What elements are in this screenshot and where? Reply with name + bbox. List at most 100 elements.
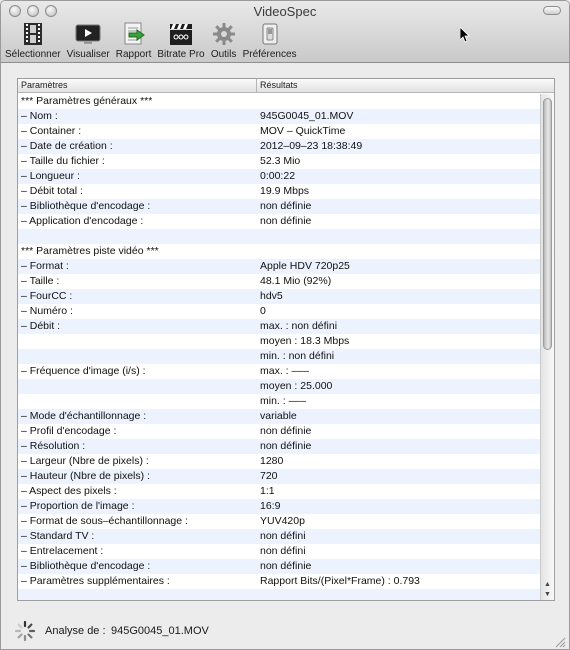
result-cell: moyen : 18.3 Mbps [260,335,350,347]
result-cell: non défini [260,530,306,542]
result-cell: 16:9 [260,500,281,512]
table-row[interactable]: moyen : 25.000 [18,379,542,394]
param-cell: – Aspect des pixels : [21,485,117,497]
param-cell: – Entrelacement : [21,545,104,557]
result-cell: non définie [260,425,312,437]
header-params[interactable]: Paramètres [21,80,68,90]
param-cell: – Mode d'échantillonnage : [21,410,147,422]
table-row[interactable]: – Bibliothèque d'encodage : non définie [18,559,542,574]
toolbar: Sélectionner Visualiser Rapport Bitrate … [5,21,303,60]
result-cell: 19.9 Mbps [260,185,310,197]
scroll-down-arrow-icon[interactable]: ▼ [544,591,551,598]
result-cell: non définie [260,440,312,452]
table-row[interactable]: min. : non défini [18,349,542,364]
result-cell: non définie [260,215,312,227]
table-row[interactable]: – Longueur : 0:00:22 [18,169,542,184]
bitrate-pro-button[interactable]: Bitrate Pro [157,21,205,60]
table-row[interactable]: – Proportion de l'image : 16:9 [18,499,542,514]
result-cell: 52.3 Mio [260,155,301,167]
param-cell: *** Paramètres généraux *** [21,95,153,107]
result-cell: 2012–09–23 18:38:49 [260,140,363,152]
table-row[interactable]: – Container : MOV – QuickTime [18,124,542,139]
result-cell: non définie [260,560,312,572]
table-row[interactable]: – Hauteur (Nbre de pixels) : 720 [18,469,542,484]
report-label: Rapport [115,49,152,60]
table-row[interactable]: – FourCC : hdv5 [18,289,542,304]
param-cell: – Format de sous–échantillonnage : [21,515,188,527]
gear-icon [211,21,237,47]
preferences-label: Préférences [242,49,297,60]
table-row[interactable]: – Taille du fichier : 52.3 Mio [18,154,542,169]
spinner-icon [14,620,36,642]
table-row[interactable]: – Bibliothèque d'encodage : non définie [18,199,542,214]
table-row[interactable]: moyen : 18.3 Mbps [18,334,542,349]
clapperboard-icon [168,21,194,47]
table-row[interactable]: – Résolution : non définie [18,439,542,454]
param-cell: – Format : [21,260,69,272]
result-cell: 945G0045_01.MOV [260,110,354,122]
bitrate-pro-label: Bitrate Pro [157,49,205,60]
result-cell: max. : non défini [260,320,338,332]
result-cell: variable [260,410,297,422]
table-row[interactable]: – Standard TV : non défini [18,529,542,544]
table-row[interactable]: – Date de création : 2012–09–23 18:38:49 [18,139,542,154]
table-row[interactable]: – Format de sous–échantillonnage : YUV420… [18,514,542,529]
table-row[interactable]: – Mode d'échantillonnage : variable [18,409,542,424]
table-row[interactable]: – Débit total : 19.9 Mbps [18,184,542,199]
table-row[interactable]: – Application d'encodage : non définie [18,214,542,229]
param-cell: – Résolution : [21,440,86,452]
preview-button[interactable]: Visualiser [67,21,110,60]
titlebar: VideoSpec Sélectionner Visualiser Rappor… [1,1,569,63]
table-row[interactable]: – Entrelacement : non défini [18,544,542,559]
result-cell: min. : non défini [260,350,335,362]
param-cell: – Longueur : [21,170,80,182]
scroll-up-arrow-icon[interactable]: ▲ [544,581,551,588]
table-row[interactable]: – Nom : 945G0045_01.MOV [18,109,542,124]
scrollbar-thumb[interactable] [543,98,552,350]
param-cell: – Largeur (Nbre de pixels) : [21,455,149,467]
result-cell: 1:1 [260,485,275,497]
report-export-icon [121,21,147,47]
param-cell: – Débit : [21,320,61,332]
table-row[interactable]: – Profil d'encodage : non définie [18,424,542,439]
table-row[interactable] [18,229,542,244]
table-row[interactable]: min. : ––– [18,394,542,409]
table-row[interactable]: – Débit : max. : non défini [18,319,542,334]
select-button[interactable]: Sélectionner [5,21,61,60]
result-cell: min. : ––– [260,395,307,407]
select-label: Sélectionner [5,49,61,60]
param-cell: – Débit total : [21,185,83,197]
table-row[interactable]: – Fréquence d'image (i/s) : max. : ––– [18,364,542,379]
result-cell: non défini [260,545,306,557]
table-row[interactable]: – Numéro : 0 [18,304,542,319]
play-monitor-icon [75,21,101,47]
vertical-scrollbar[interactable]: ▲ ▼ [540,94,554,600]
status-bar: Analyse de : 945G0045_01.MOV [1,609,569,649]
table-row[interactable]: *** Paramètres généraux *** [18,94,542,109]
table-row[interactable]: – Largeur (Nbre de pixels) : 1280 [18,454,542,469]
result-cell: 0 [260,305,266,317]
results-table[interactable]: Paramètres Résultats *** Paramètres géné… [17,78,555,601]
result-cell: MOV – QuickTime [260,125,346,137]
header-results[interactable]: Résultats [260,80,298,90]
preferences-button[interactable]: Préférences [243,21,297,60]
switch-icon [257,21,283,47]
table-row[interactable]: – Taille : 48.1 Mio (92%) [18,274,542,289]
tools-button[interactable]: Outils [211,21,237,60]
result-cell: 720 [260,470,278,482]
table-row[interactable]: – Aspect des pixels : 1:1 [18,484,542,499]
table-row[interactable]: *** Paramètres piste vidéo *** [18,244,542,259]
window-title: VideoSpec [253,4,317,19]
param-cell: – Date de création : [21,140,113,152]
param-cell: – Hauteur (Nbre de pixels) : [21,470,150,482]
table-row[interactable]: – Format : Apple HDV 720p25 [18,259,542,274]
toolbar-toggle-button[interactable] [543,6,561,15]
table-row[interactable] [18,589,542,600]
param-cell: – Numéro : [21,305,73,317]
table-row[interactable]: – Paramètres supplémentaires : Rapport Bi… [18,574,542,589]
result-cell: moyen : 25.000 [260,380,333,392]
table-header: Paramètres Résultats [18,79,554,93]
report-button[interactable]: Rapport [115,21,152,60]
param-cell: *** Paramètres piste vidéo *** [21,245,159,257]
resize-grip-icon[interactable] [555,637,566,648]
